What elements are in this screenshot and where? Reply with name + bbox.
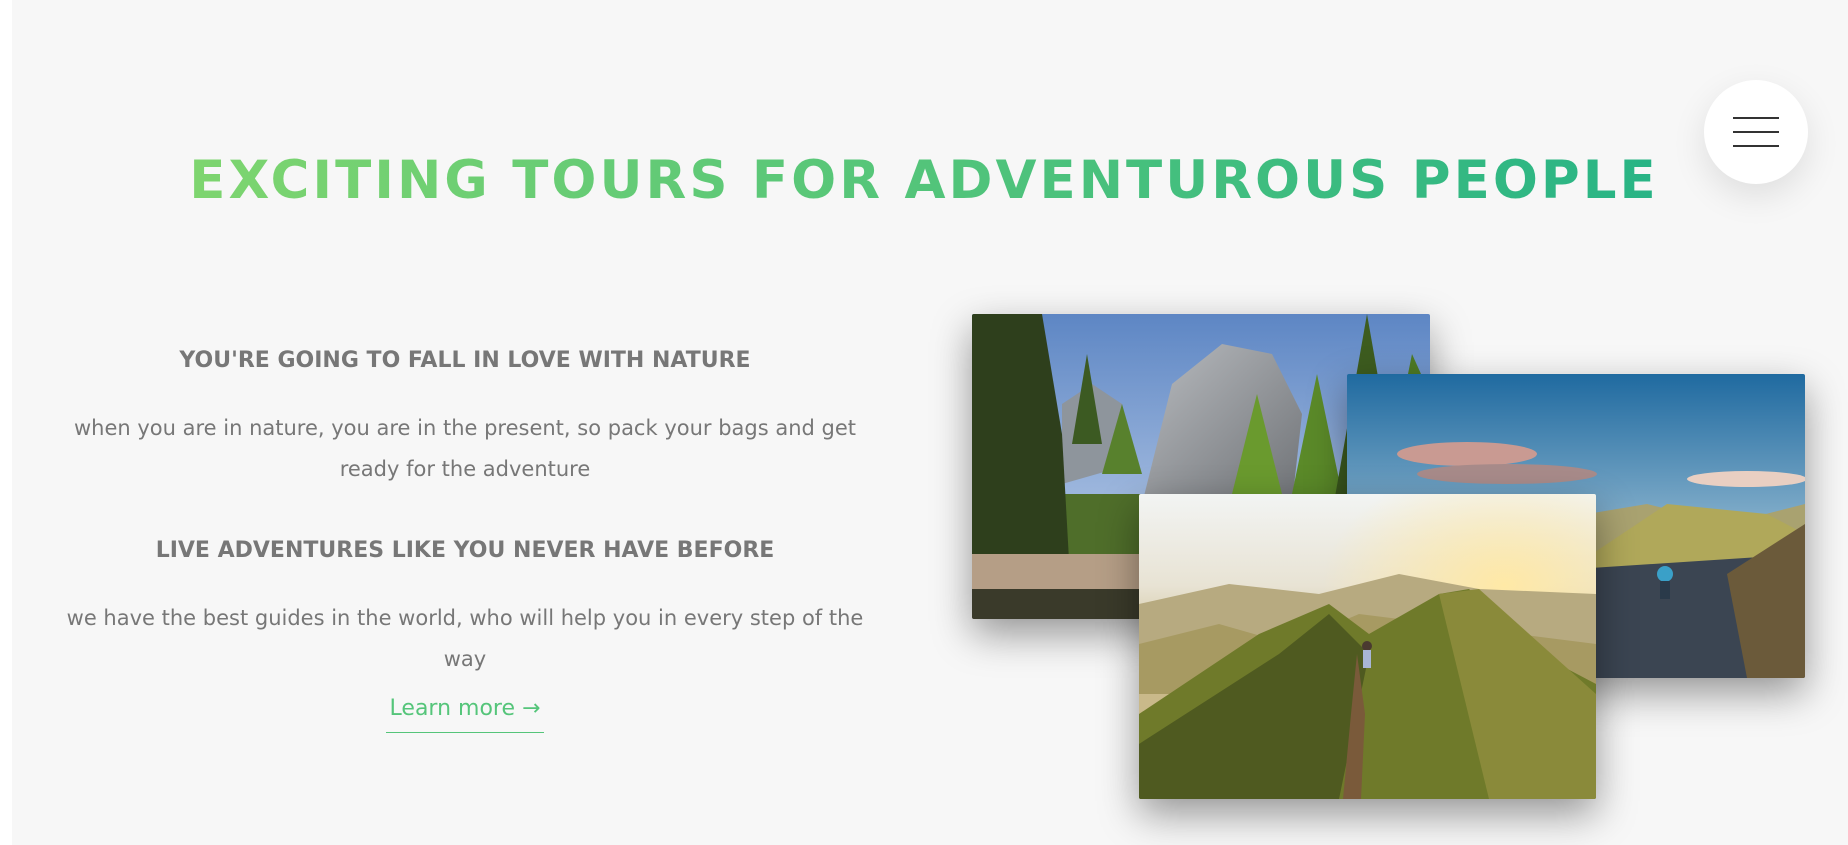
about-paragraph-guides: we have the best guides in the world, wh… xyxy=(66,606,864,671)
photo-hiker-ridge[interactable] xyxy=(1139,494,1596,799)
about-paragraph-nature: when you are in nature, you are in the p… xyxy=(73,416,857,481)
section-title: EXCITING TOURS FOR ADVENTUROUS PEOPLE xyxy=(189,150,1659,211)
hamburger-menu-icon xyxy=(1733,117,1779,147)
learn-more-link[interactable]: Learn more → xyxy=(386,688,544,733)
about-heading-nature: YOU'RE GOING TO FALL IN LOVE WITH NATURE xyxy=(179,348,751,373)
about-heading-adventures: LIVE ADVENTURES LIKE YOU NEVER HAVE BEFO… xyxy=(155,538,775,563)
